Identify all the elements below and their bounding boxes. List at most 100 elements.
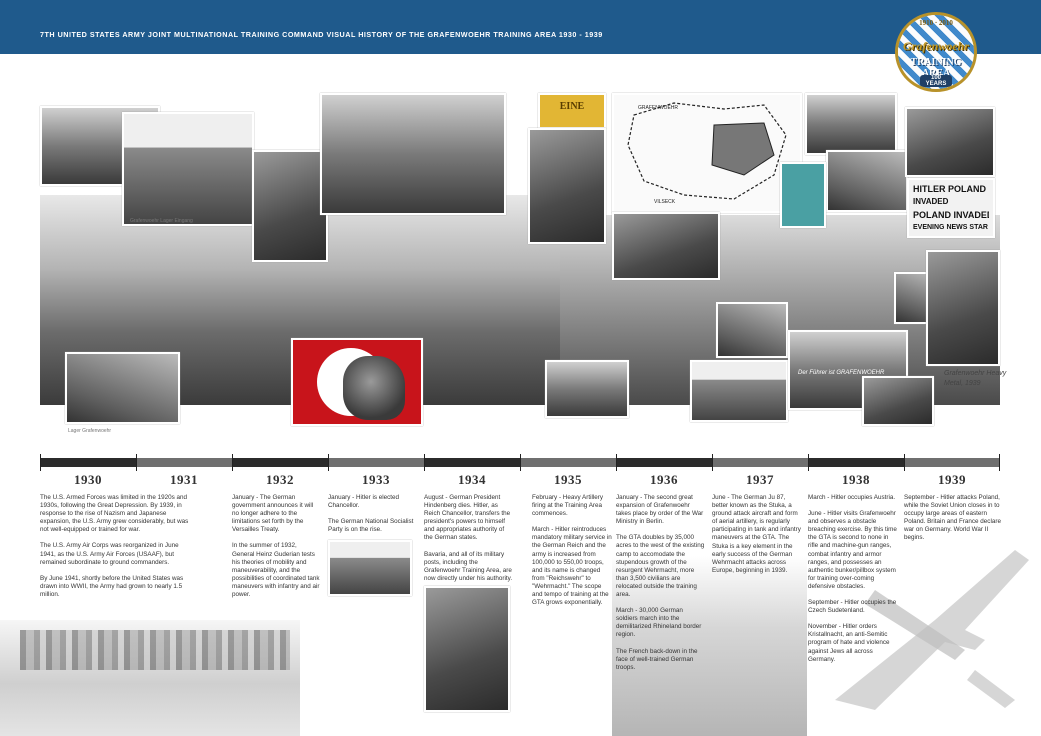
timeline-segment: [712, 458, 808, 467]
timeline-segment: [616, 458, 712, 467]
timeline-tick: [904, 454, 905, 471]
heavy-metal-photo: [926, 250, 1000, 366]
year-label-1939: 1939: [938, 472, 966, 487]
gun-crew-photo: [862, 376, 934, 426]
timeline-segment: [232, 458, 328, 467]
year-label-1935: 1935: [554, 472, 582, 487]
entry-paragraph: August - German President Hindenberg die…: [424, 494, 511, 542]
entry-paragraph: The German National Socialist Party is o…: [328, 518, 414, 534]
entry-1930: The U.S. Armed Forces was limited in the…: [40, 494, 190, 607]
entry-1932: January - The German government announce…: [232, 494, 320, 607]
timeline-tick: [136, 454, 137, 471]
badge-years: 1910 · 2010: [919, 19, 953, 27]
hitler-walking-photo: [328, 540, 412, 596]
timeline-segment: [520, 458, 616, 467]
entry-1934: August - German President Hindenberg die…: [424, 494, 514, 591]
map-outline-icon: GRAFENWOEHR VILSECK: [627, 102, 787, 205]
badge-name: Grafenwoehr: [902, 39, 969, 53]
entry-paragraph: The GTA doubles by 35,000 acres to the w…: [616, 534, 705, 599]
timeline-tick: [616, 454, 617, 471]
year-label-1937: 1937: [746, 472, 774, 487]
headline-line: INVADED: [913, 197, 949, 206]
soldiers-helmets-photo: [612, 212, 720, 280]
year-label-1933: 1933: [362, 472, 390, 487]
year-label-1934: 1934: [458, 472, 486, 487]
timeline-segment: [136, 458, 232, 467]
entry-paragraph: September - Hitler attacks Poland, while…: [904, 494, 1001, 542]
entry-paragraph: March - Hitler occupies Austria.: [808, 494, 896, 501]
timeline-tick: [808, 454, 809, 471]
headline-line: POLAND INVADED: [913, 210, 989, 220]
map-label: VILSECK: [654, 199, 676, 205]
header-banner: 7TH UNITED STATES ARMY JOINT MULTINATION…: [0, 0, 1041, 54]
timeline-tick: [999, 454, 1000, 471]
entry-paragraph: The U.S. Army Air Corps was reorganized …: [40, 542, 179, 566]
man-portrait-photo: [905, 107, 995, 177]
motorcycle-photo: [716, 302, 788, 358]
centennial-badge-logo: 1910 · 2010 Grafenwoehr TRAINING AREA 10…: [895, 12, 977, 92]
war-dog-illustration: [343, 356, 405, 420]
entry-paragraph: February - Heavy Artillery firing at the…: [532, 494, 604, 518]
entry-paragraph: January - Hitler is elected Chancellor.: [328, 494, 400, 510]
entry-paragraph: By June 1941, shortly before the United …: [40, 574, 184, 598]
heavy-metal-caption: Grafenwoehr Heavy Metal, 1939: [944, 370, 1007, 387]
entry-paragraph: The French back-down in the face of well…: [616, 647, 698, 671]
timeline-tick: [712, 454, 713, 471]
timeline-tick: [40, 454, 41, 471]
year-label-1931: 1931: [170, 472, 198, 487]
crowd-photo: [65, 352, 180, 424]
panzer-tank-photo: [320, 93, 506, 215]
page-title: 7TH UNITED STATES ARMY JOINT MULTINATION…: [40, 30, 603, 39]
cavalry-riders-silhouette: [20, 630, 290, 670]
newspaper-headline-image: HITLER POLAND INVADED POLAND INVADED EVE…: [907, 178, 995, 238]
entry-1937: June - The German Ju 87, better known as…: [712, 494, 802, 583]
timeline-segment: [424, 458, 520, 467]
camp-gate-photo: [122, 112, 254, 226]
year-label-1936: 1936: [650, 472, 678, 487]
entry-paragraph: June - Hitler visits Grafenwoehr and obs…: [808, 510, 897, 590]
entry-1938: March - Hitler occupies Austria. June - …: [808, 494, 898, 672]
entry-1939: September - Hitler attacks Poland, while…: [904, 494, 1002, 551]
entry-paragraph: June - The German Ju 87, better known as…: [712, 494, 801, 574]
headline-line: HITLER POLAND: [913, 184, 986, 194]
year-label-1938: 1938: [842, 472, 870, 487]
gate-photo-caption: Grafenwoehr Lager Eingang: [130, 218, 193, 224]
soldiers-salute-photo: [424, 586, 510, 712]
helmets-photo: [528, 128, 606, 244]
map-label: GRAFENWOEHR: [638, 105, 678, 111]
artillery-gun-photo: [545, 360, 629, 418]
crowd-photo-caption: Lager Grafenwoehr: [68, 428, 112, 434]
timeline-tick: [520, 454, 521, 471]
timeline-tick: [232, 454, 233, 471]
timeline-tick: [328, 454, 329, 471]
entry-paragraph: The U.S. Armed Forces was limited in the…: [40, 494, 189, 534]
manual-cover-image: [780, 162, 826, 228]
entry-paragraph: November - Hitler orders Kristallnacht, …: [808, 623, 890, 663]
badge-centennial: 100 YEARS: [920, 75, 952, 87]
entry-paragraph: In the summer of 1932, General Heinz Gud…: [232, 542, 320, 599]
entry-1933: January - Hitler is elected Chancellor. …: [328, 494, 416, 542]
year-label-1930: 1930: [74, 472, 102, 487]
entry-paragraph: January - The German government announce…: [232, 494, 314, 534]
river-crossing-photo: [690, 360, 788, 422]
ration-note-image: EINE: [538, 93, 606, 129]
ration-note-text: EINE: [559, 101, 585, 112]
year-label-1932: 1932: [266, 472, 294, 487]
timeline-tick: [424, 454, 425, 471]
entry-paragraph: March - 30,000 German soldiers march int…: [616, 607, 702, 639]
timeline-segment: [40, 458, 136, 467]
entry-1936: January - The second great expansion of …: [616, 494, 706, 680]
timeline-segment: [904, 458, 1000, 467]
timeline-bar: [40, 454, 1000, 471]
entry-paragraph: March - Hitler reintroduces mandatory mi…: [532, 526, 612, 607]
timeline-segment: [328, 458, 424, 467]
entry-1935: February - Heavy Artillery firing at the…: [532, 494, 612, 615]
entry-paragraph: Bavaria, and all of its military posts, …: [424, 550, 513, 582]
convoy-photo: [826, 150, 908, 212]
headline-line: EVENING NEWS STAR: [913, 224, 988, 231]
grafenwoehr-expansion-map: GRAFENWOEHR VILSECK: [612, 93, 802, 213]
swastika-flag-dog-image: [291, 338, 423, 426]
entry-paragraph: January - The second great expansion of …: [616, 494, 704, 526]
entry-paragraph: September - Hitler occupies the Czech Su…: [808, 599, 897, 615]
vehicles-photo: [805, 93, 897, 155]
